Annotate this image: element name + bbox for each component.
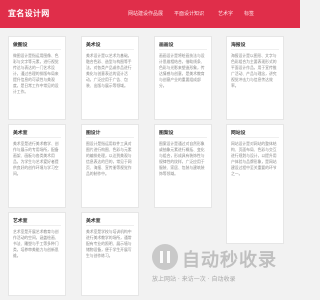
article-card[interactable]: 画画设 画画设计是将绘画技法与设计思维相结合，借助线条、色彩与光影来塑造形象，传… (154, 36, 212, 120)
article-card[interactable]: 做图设 做图设计是指运用图像、色彩与文字等元素，进行视觉传达与表达的一门艺术设计… (8, 36, 66, 120)
card-summary: 海报设计是以图形、文字与色彩组合为主要表现形式的平面设计作品，用于宣传推广活动、… (231, 53, 277, 88)
card-title[interactable]: 美术设 (86, 41, 134, 50)
article-card[interactable]: 网站设 网站设计是对网站的整体结构、页面布局、色彩与交互进行规划与设计，以提升用… (226, 124, 284, 244)
card-summary: 图案设计是通过对自然形象或抽象元素进行概括、变化与组合，形成具有装饰性与规律性的… (159, 141, 205, 176)
watermark-subtext: 放上网站 · 来访一次 · 自动收录 (152, 276, 236, 283)
card-summary: 美术设计是以艺术为基础，融合色彩、造型与构图等手法，对各类产品或作品进行美化与创… (86, 53, 132, 88)
card-summary: 图设计是指运用软件工具对图片进行构图、色彩与元素的编排处理，以达到美观与信息表达… (86, 141, 132, 176)
card-summary: 做图设计是指运用图像、色彩与文字等元素，进行视觉传达与表达的一门艺术设计，通过合… (13, 53, 59, 94)
card-title[interactable]: 美术室 (86, 217, 134, 226)
card-summary: 美术室是进行美术教学、创作与展示的专用场所，配备画架、画板与各类美术用品，为学生… (13, 141, 59, 176)
card-title[interactable]: 海报设 (231, 41, 279, 50)
card-summary: 画画设计是将绘画技法与设计思维相结合，借助线条、色彩与光影来塑造形象，传达情感与… (159, 53, 205, 88)
card-summary: 网站设计是对网站的整体结构、页面布局、色彩与交互进行规划与设计，以提升用户体验与… (231, 141, 277, 176)
article-card[interactable]: 海报设 海报设计是以图形、文字与色彩组合为主要表现形式的平面设计作品，用于宣传推… (226, 36, 284, 120)
nav-item-works[interactable]: 网站建设作品展 (128, 10, 163, 17)
watermark-logo-icon (152, 244, 178, 270)
card-title[interactable]: 做图设 (13, 41, 61, 50)
card-summary: 艺术室是开展艺术教育与创作活动的空间，涵盖绘画、书法、雕塑与手工等多种门类，培养… (13, 229, 59, 258)
article-card[interactable]: 美术设 美术设计是以艺术为基础，融合色彩、造型与构图等手法，对各类产品或作品进行… (81, 36, 139, 120)
card-title[interactable]: 图案设 (159, 129, 207, 138)
main-nav: 网站建设作品展 平面设计知识 艺术字 标签 (0, 10, 300, 20)
article-card[interactable]: 艺术室 艺术室是开展艺术教育与创作活动的空间，涵盖绘画、书法、雕塑与手工等多种门… (8, 212, 66, 296)
watermark-text: 自动秒收录 (182, 250, 277, 271)
article-card[interactable]: 美术室 美术室是进行美术教学、创作与展示的专用场所，配备画架、画板与各类美术用品… (8, 124, 66, 208)
article-card[interactable]: 图设计 图设计是指运用软件工具对图片进行构图、色彩与元素的编排处理，以达到美观与… (81, 124, 139, 208)
card-summary: 美术室是学校与培训机构中进行美术教学的场所，通常配有专业的照明、展示墙与储物设备… (86, 229, 132, 258)
nav-item-art-fonts[interactable]: 艺术字 (218, 10, 233, 17)
card-title[interactable]: 画画设 (159, 41, 207, 50)
nav-item-knowledge[interactable]: 平面设计知识 (174, 10, 204, 17)
card-title[interactable]: 网站设 (231, 129, 279, 138)
nav-item-tags[interactable]: 标签 (244, 10, 254, 17)
article-card[interactable]: 美术室 美术室是学校与培训机构中进行美术教学的场所，通常配有专业的照明、展示墙与… (81, 212, 139, 296)
watermark: 自动秒收录 放上网站 · 来访一次 · 自动收录 (152, 244, 292, 292)
header-bar: 宜名设计网 网站建设作品展 平面设计知识 艺术字 标签 (0, 0, 300, 28)
article-card[interactable]: 图案设 图案设计是通过对自然形象或抽象元素进行概括、变化与组合，形成具有装饰性与… (154, 124, 212, 208)
card-title[interactable]: 艺术室 (13, 217, 61, 226)
card-title[interactable]: 美术室 (13, 129, 61, 138)
card-title[interactable]: 图设计 (86, 129, 134, 138)
